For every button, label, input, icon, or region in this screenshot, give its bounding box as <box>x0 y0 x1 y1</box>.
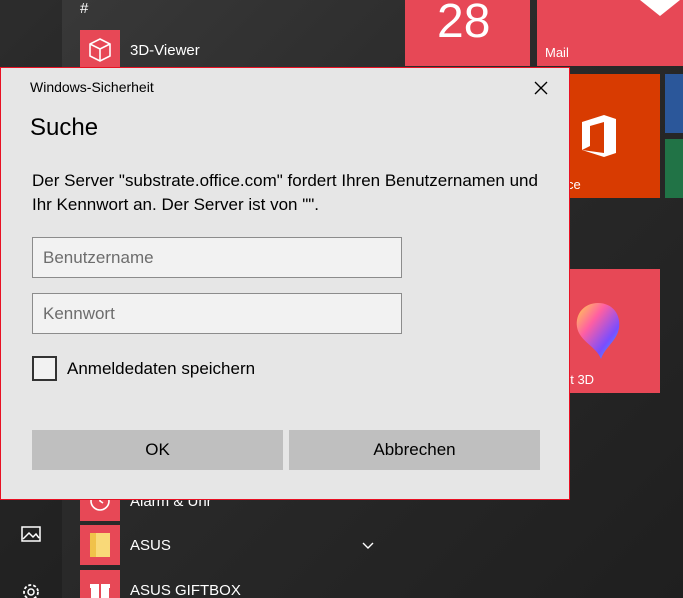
windows-security-dialog: Windows-Sicherheit Suche Der Server "sub… <box>0 67 570 500</box>
mail-tile[interactable]: Mail <box>537 0 683 66</box>
remember-credentials-checkbox[interactable] <box>32 356 57 381</box>
office-logo-icon <box>582 115 616 157</box>
app-label: 3D-Viewer <box>130 41 200 59</box>
folder-icon <box>80 525 120 565</box>
app-item-asus[interactable]: ASUS <box>80 525 380 565</box>
tile-label: Mail <box>545 45 569 60</box>
remember-credentials-label: Anmeldedaten speichern <box>67 358 256 378</box>
ok-button[interactable]: OK <box>32 430 283 470</box>
pictures-icon[interactable] <box>19 522 43 546</box>
settings-gear-icon[interactable] <box>19 580 43 598</box>
paint-3d-icon <box>576 303 620 359</box>
app-label: ASUS <box>130 536 171 554</box>
app-item-asus-giftbox[interactable]: ASUS GIFTBOX <box>80 570 241 598</box>
dialog-title: Windows-Sicherheit <box>30 79 154 95</box>
app-list-section-header[interactable]: # <box>80 0 88 17</box>
calendar-day: 28 <box>437 0 491 48</box>
remember-credentials-option[interactable]: Anmeldedaten speichern <box>32 356 255 381</box>
mail-envelope-icon <box>640 0 680 16</box>
excel-tile[interactable] <box>665 139 683 198</box>
cancel-button[interactable]: Abbrechen <box>289 430 540 470</box>
close-button[interactable] <box>525 74 557 102</box>
3d-viewer-icon <box>80 30 120 70</box>
password-input[interactable] <box>32 293 402 334</box>
app-item-3d-viewer[interactable]: 3D-Viewer <box>80 30 200 70</box>
chevron-down-icon[interactable] <box>362 539 374 551</box>
app-label: ASUS GIFTBOX <box>130 581 241 598</box>
dialog-heading: Suche <box>30 114 99 141</box>
word-tile[interactable] <box>665 74 683 133</box>
username-input[interactable] <box>32 237 402 278</box>
gift-box-icon <box>80 570 120 598</box>
calendar-tile[interactable]: 28 <box>405 0 530 66</box>
close-icon[interactable] <box>534 81 548 95</box>
dialog-message: Der Server "substrate.office.com" forder… <box>32 171 538 214</box>
